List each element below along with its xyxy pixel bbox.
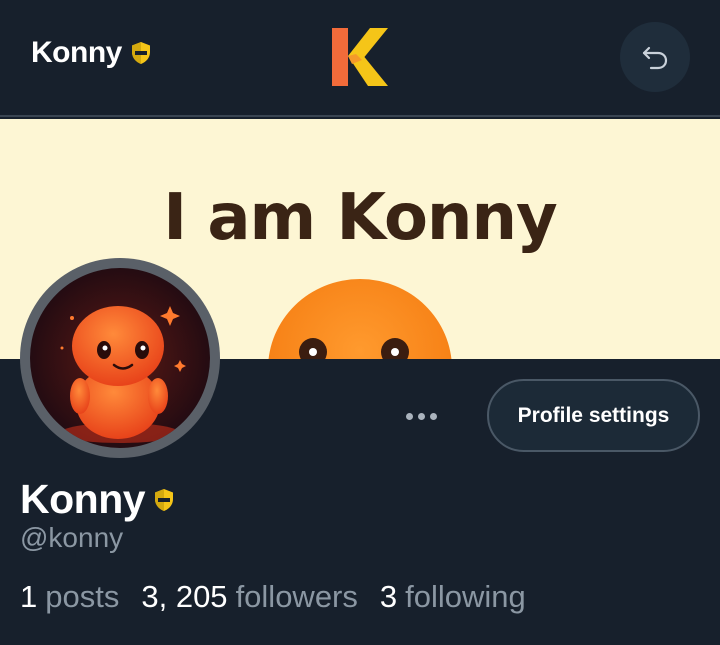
stat-following[interactable]: 3 following: [380, 579, 526, 615]
profile-stats: 1 posts 3, 205 followers 3 following: [20, 579, 526, 615]
stat-label: posts: [45, 579, 120, 614]
top-bar: Konny: [0, 0, 720, 117]
undo-arrow-icon: [642, 46, 668, 70]
more-dots-icon: [429, 412, 437, 420]
avatar[interactable]: [20, 258, 220, 458]
brand[interactable]: Konny: [31, 36, 152, 70]
shield-check-icon: [131, 42, 150, 64]
stat-count: 3, 205: [141, 579, 228, 614]
mascot-peek-image: [268, 279, 452, 359]
stat-label: followers: [235, 579, 358, 614]
stat-posts[interactable]: 1 posts: [20, 579, 119, 615]
mascot-avatar-image: [30, 268, 210, 448]
stat-count: 1: [20, 579, 38, 614]
more-options-button[interactable]: [395, 398, 447, 434]
stat-label: following: [405, 579, 526, 614]
stat-count: 3: [379, 579, 398, 614]
user-handle: @konny: [20, 522, 124, 553]
k-logo-icon[interactable]: [330, 26, 388, 88]
shield-check-icon: [155, 488, 174, 511]
brand-name: Konny: [31, 36, 122, 69]
profile-settings-button[interactable]: Profile settings: [487, 379, 700, 452]
more-dots-icon: [417, 412, 425, 420]
stat-followers[interactable]: 3, 205 followers: [141, 579, 358, 615]
banner-title: I am Konny: [163, 181, 558, 255]
display-name-text: Konny: [20, 476, 146, 522]
back-button[interactable]: [620, 22, 690, 92]
more-dots-icon: [405, 412, 413, 420]
display-name: Konny: [20, 476, 175, 523]
